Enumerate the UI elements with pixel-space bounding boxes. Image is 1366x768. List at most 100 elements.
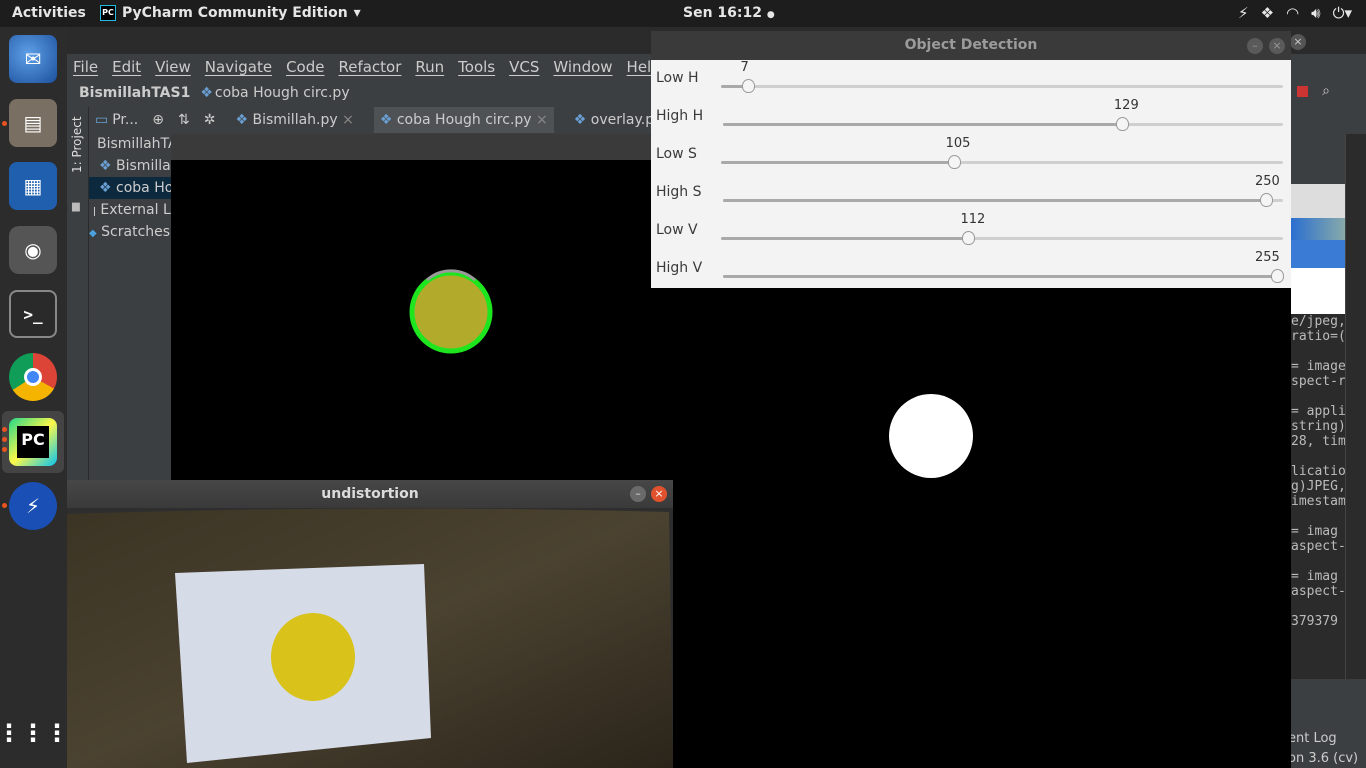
- power-menu-icon[interactable]: ⏻▾: [1333, 4, 1352, 22]
- wifi-icon[interactable]: ◠: [1286, 4, 1299, 22]
- tab-label: overlay.p: [590, 112, 655, 128]
- code-lines: e/jpeg, ratio=(= image spect-r = appli strin…: [1291, 314, 1345, 629]
- menu-window[interactable]: Window: [553, 58, 612, 76]
- slider-handle[interactable]: [947, 155, 961, 169]
- slider-low-v[interactable]: Low V 112: [651, 212, 1291, 250]
- project-tool-button[interactable]: 1: Project: [70, 116, 84, 173]
- event-log-button[interactable]: ent Log: [1288, 731, 1337, 746]
- slider-high-h[interactable]: High H 129: [651, 98, 1291, 136]
- tray-app-icon[interactable]: ⚡: [1238, 4, 1249, 22]
- app-menu[interactable]: PC PyCharm Community Edition ▾: [100, 5, 361, 21]
- slider-label: High S: [656, 184, 702, 200]
- panel-header: [1291, 134, 1345, 184]
- slider-handle[interactable]: [1260, 193, 1274, 207]
- code-line: spect-r: [1291, 374, 1345, 389]
- running-indicator: [2, 121, 7, 126]
- rhythmbox-icon[interactable]: ◉: [9, 226, 57, 274]
- slider-handle[interactable]: [962, 231, 976, 245]
- menu-view[interactable]: View: [155, 58, 191, 76]
- close-icon[interactable]: ×: [342, 112, 354, 128]
- notification-dot-icon: ●: [766, 10, 775, 20]
- folder-icon: ▆: [72, 201, 80, 212]
- slider-handle[interactable]: [742, 79, 756, 93]
- dock: ✉ ▤ ▦ ◉ >_ PC ⚡ ⋮⋮⋮: [0, 27, 69, 768]
- slider-fill: [721, 237, 969, 240]
- code-line: e/jpeg,: [1291, 314, 1345, 329]
- slider-value: 7: [740, 60, 749, 75]
- menu-vcs[interactable]: VCS: [509, 58, 539, 76]
- slider-value: 129: [1113, 98, 1139, 113]
- python-file-icon: ❖: [99, 158, 112, 174]
- locate-icon[interactable]: ⊕: [152, 112, 164, 128]
- slider-track[interactable]: [721, 85, 1283, 88]
- tab-coba-hough[interactable]: ❖ coba Hough circ.py ×: [373, 107, 554, 133]
- code-line: aspect-: [1291, 584, 1345, 599]
- code-line: = appli: [1291, 404, 1345, 419]
- running-indicator: [2, 447, 7, 452]
- slider-high-v[interactable]: High V 255: [651, 250, 1291, 288]
- stop-icon[interactable]: [1297, 86, 1309, 97]
- panel-white: [1291, 268, 1345, 314]
- slider-low-s[interactable]: Low S 105: [651, 136, 1291, 174]
- search-icon[interactable]: ⌕: [1322, 83, 1330, 99]
- code-line: aspect-: [1291, 539, 1345, 554]
- activities-button[interactable]: Activities: [12, 5, 86, 21]
- show-applications-icon[interactable]: ⋮⋮⋮: [0, 709, 69, 757]
- slider-value: 112: [960, 212, 986, 227]
- menu-run[interactable]: Run: [415, 58, 444, 76]
- tab-label: Bismillah.py: [252, 112, 338, 128]
- clock[interactable]: Sen 16:12 ●: [683, 5, 775, 21]
- running-indicator: [2, 437, 7, 442]
- breadcrumb-project[interactable]: BismillahTAS1: [79, 85, 190, 101]
- menu-edit[interactable]: Edit: [112, 58, 141, 76]
- close-button[interactable]: ×: [1290, 34, 1306, 50]
- collapse-icon[interactable]: ⇅: [178, 112, 190, 128]
- breadcrumb-file[interactable]: coba Hough circ.py: [215, 85, 350, 101]
- menu-code[interactable]: Code: [286, 58, 324, 76]
- slider-low-h[interactable]: Low H 7: [651, 60, 1291, 98]
- close-icon[interactable]: ×: [536, 112, 548, 128]
- code-line: 379379: [1291, 614, 1338, 629]
- files-icon[interactable]: ▤: [9, 99, 57, 147]
- system-tray[interactable]: ⚡ ❖ ◠ 🔊︎ ⏻▾: [1238, 4, 1352, 22]
- close-button[interactable]: ×: [1269, 38, 1285, 54]
- volume-icon[interactable]: 🔊︎: [1311, 4, 1320, 22]
- window-controls: – ×: [1247, 38, 1285, 54]
- close-button[interactable]: ×: [651, 486, 667, 502]
- writer-icon[interactable]: ▦: [9, 162, 57, 210]
- minimize-button[interactable]: –: [630, 486, 646, 502]
- tab-bismillah[interactable]: ❖ Bismillah.py ×: [229, 107, 359, 133]
- project-view-dropdown[interactable]: Pr...: [112, 112, 138, 128]
- gear-icon[interactable]: ✲: [204, 112, 216, 128]
- running-indicator: [2, 503, 7, 508]
- pycharm-icon[interactable]: PC: [9, 418, 57, 466]
- slider-handle[interactable]: [1115, 117, 1129, 131]
- menu-refactor[interactable]: Refactor: [338, 58, 401, 76]
- running-indicator: [2, 427, 7, 432]
- mask-blob: [889, 394, 973, 478]
- chrome-icon[interactable]: [9, 353, 57, 401]
- menu-tools[interactable]: Tools: [458, 58, 495, 76]
- menu-file[interactable]: File: [73, 58, 98, 76]
- tab-label: coba Hough circ.py: [396, 112, 532, 128]
- code-editor-fragment[interactable]: e/jpeg, ratio=(= image spect-r = appli strin…: [1291, 134, 1345, 679]
- slider-high-s[interactable]: High S 250: [651, 174, 1291, 212]
- slider-label: Low H: [656, 70, 699, 86]
- slider-handle[interactable]: [1271, 269, 1284, 283]
- tab-overlay[interactable]: ❖ overlay.p: [568, 107, 660, 133]
- scrollbar-markers[interactable]: [1345, 134, 1366, 679]
- dropbox-icon[interactable]: ❖: [1261, 4, 1274, 22]
- menu-navigate[interactable]: Navigate: [205, 58, 272, 76]
- code-line: 28, tim: [1291, 434, 1345, 449]
- thunderbird-icon[interactable]: ✉: [9, 35, 57, 83]
- code-line: imestam: [1291, 494, 1345, 509]
- python-file-icon: ❖: [573, 112, 587, 128]
- camera-frame: [67, 508, 673, 768]
- interpreter-status[interactable]: on 3.6 (cv): [1288, 751, 1358, 766]
- terminal-icon[interactable]: >_: [9, 290, 57, 338]
- kodi-icon[interactable]: ⚡: [9, 482, 57, 530]
- minimize-button[interactable]: –: [1247, 38, 1263, 54]
